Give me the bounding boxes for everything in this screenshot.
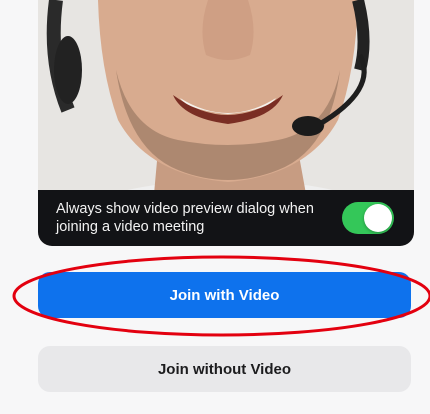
always-show-preview-label: Always show video preview dialog when jo… bbox=[56, 201, 314, 235]
toggle-knob bbox=[364, 204, 392, 232]
join-with-video-button[interactable]: Join with Video bbox=[38, 272, 411, 318]
always-show-preview-toggle[interactable] bbox=[342, 202, 394, 234]
video-preview-sheet: Always show video preview dialog when jo… bbox=[0, 0, 430, 414]
join-without-video-button[interactable]: Join without Video bbox=[38, 346, 411, 392]
preview-setting-bar: Always show video preview dialog when jo… bbox=[38, 190, 414, 246]
video-preview: Always show video preview dialog when jo… bbox=[38, 0, 414, 246]
